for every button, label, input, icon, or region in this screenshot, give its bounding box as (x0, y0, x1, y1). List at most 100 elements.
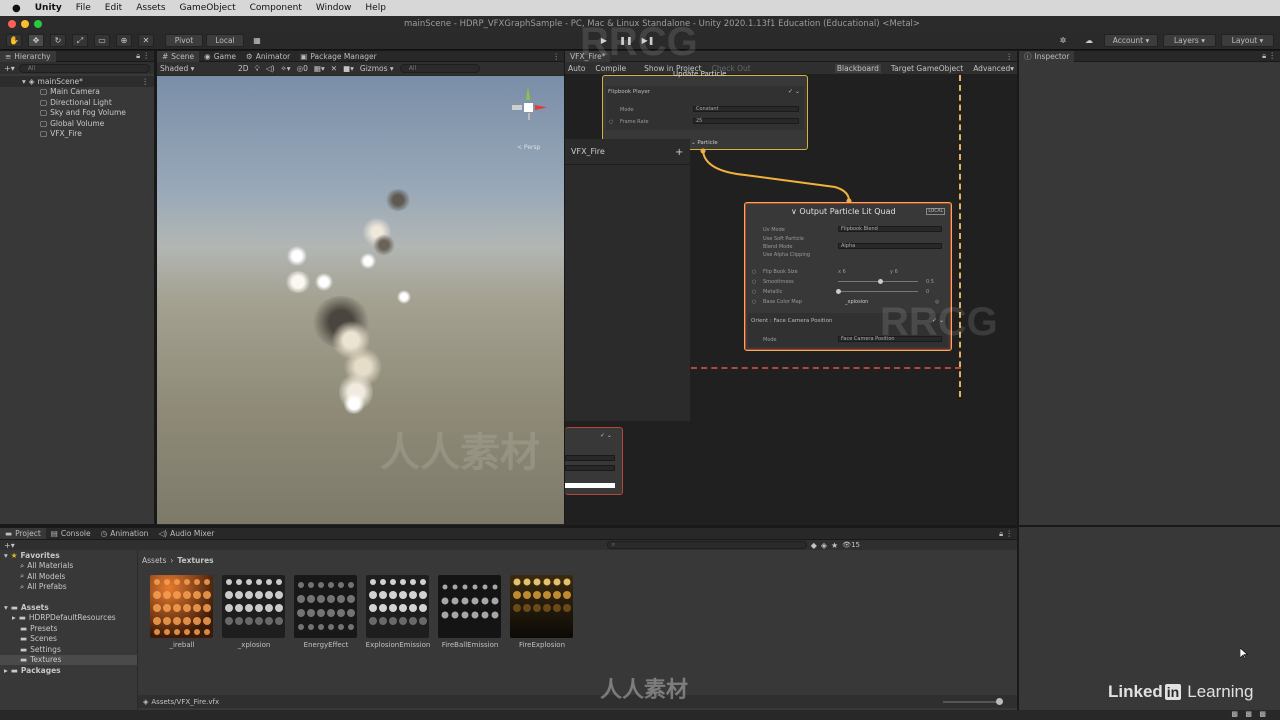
progress-icon[interactable]: ▩ (1231, 710, 1238, 718)
texture-thumbnail[interactable] (366, 575, 429, 638)
packages-header[interactable]: ▸ ▬ Packages (0, 665, 137, 676)
search-by-type-icon[interactable]: ◆ (811, 541, 817, 550)
light-toggle-icon[interactable]: 💡︎ (255, 64, 260, 74)
folder-textures[interactable]: ▬ Textures (0, 654, 137, 665)
texture-thumbnail[interactable] (150, 575, 213, 638)
tab-inspector[interactable]: ⓘ Inspector (1019, 50, 1075, 62)
flip-x-field[interactable]: x 6 (838, 269, 846, 275)
metallic-value[interactable]: 0 (926, 289, 929, 295)
menu-app-unity[interactable]: Unity (35, 3, 62, 13)
move-tool-icon[interactable]: ✥ (28, 34, 44, 47)
neg-x-axis-icon[interactable] (512, 105, 522, 110)
orient-block[interactable]: Orient : Face Camera Position ✓ ⌄ Mode F… (748, 313, 948, 347)
menu-help[interactable]: Help (365, 3, 386, 13)
folder-hdrp-default-resources[interactable]: ▸ ▬ HDRPDefaultResources (0, 613, 137, 624)
menu-component[interactable]: Component (250, 3, 302, 13)
audio-toggle-icon[interactable]: ◁) (266, 64, 275, 73)
favorite-all-models[interactable]: ⌕ All Models (0, 571, 137, 582)
texture-thumbnail[interactable] (438, 575, 501, 638)
notification-icon[interactable]: ▩ (1259, 710, 1266, 718)
lock-icon[interactable]: 🔒︎ ⋮ (999, 529, 1017, 539)
menu-gameobject[interactable]: GameObject (180, 3, 236, 13)
gizmos-dropdown[interactable]: Gizmos ▾ (360, 64, 394, 73)
favorite-search-icon[interactable]: ★ (831, 541, 838, 550)
port-icon[interactable]: ○ (752, 269, 756, 275)
layout-dropdown[interactable]: Layout ▾ (1221, 34, 1274, 47)
folder-presets[interactable]: ▬ Presets (0, 623, 137, 634)
hidden-objects-icon[interactable]: ◎0 (297, 64, 308, 73)
x-axis-icon[interactable] (535, 105, 547, 110)
project-search-input[interactable]: ⌕ (606, 541, 807, 549)
custom-tool-icon[interactable]: ✕ (138, 34, 154, 47)
expand-arrow-icon[interactable]: ▾ (4, 551, 8, 560)
orient-mode-dropdown[interactable]: Face Camera Position (838, 336, 942, 342)
expand-arrow-icon[interactable]: ▾ (22, 77, 26, 86)
tab-hierarchy[interactable]: ≡ Hierarchy (0, 50, 56, 62)
port-icon[interactable]: ○ (752, 299, 756, 305)
2d-toggle[interactable]: 2D (238, 64, 249, 73)
cloud-icon[interactable]: ☁ (1081, 34, 1097, 47)
tab-package-manager[interactable]: ▣ Package Manager (295, 51, 381, 62)
port-icon[interactable]: ○ (752, 289, 756, 295)
menu-window[interactable]: Window (316, 3, 352, 13)
scale-tool-icon[interactable]: ⤢ (72, 34, 88, 47)
port-icon[interactable]: ○ (752, 279, 756, 285)
selected-path[interactable]: Assets/VFX_Fire.vfx (151, 698, 219, 706)
step-icon[interactable]: ▶❚ (640, 34, 656, 47)
smoothness-slider-handle[interactable] (878, 279, 883, 284)
object-picker-icon[interactable]: ◎ (935, 299, 939, 305)
lock-icon[interactable]: 🔒︎ ⋮ (1262, 51, 1280, 61)
folder-settings[interactable]: ▬ Settings (0, 644, 137, 655)
scene-viewport[interactable]: < Persp (157, 76, 564, 524)
smoothness-value[interactable]: 0.5 (926, 279, 934, 285)
tools-icon[interactable]: ✕ (331, 64, 337, 73)
gizmo-center-icon[interactable] (524, 103, 533, 112)
base-color-map-field[interactable]: _xplosion (845, 299, 868, 305)
tab-audio-mixer[interactable]: ◁) Audio Mixer (153, 528, 219, 539)
lock-icon[interactable]: 🔒︎ ⋮ (136, 51, 154, 61)
hierarchy-item-vfx-fire[interactable]: ▢ VFX_Fire (0, 129, 154, 140)
shading-dropdown[interactable]: Shaded ▾ (160, 64, 232, 73)
hierarchy-item-global-volume[interactable]: ▢ Global Volume (0, 118, 154, 129)
tab-animation[interactable]: ◷ Animation (96, 528, 154, 539)
grid-toggle-icon[interactable]: ▦▾ (314, 64, 325, 73)
favorite-all-materials[interactable]: ⌕ All Materials (0, 561, 137, 572)
texture-thumbnail[interactable] (222, 575, 285, 638)
metallic-slider[interactable] (838, 291, 918, 292)
folder-scenes[interactable]: ▬ Scenes (0, 634, 137, 645)
close-window-button[interactable] (8, 20, 16, 28)
expand-arrow-icon[interactable]: ▾ (4, 603, 8, 612)
hand-tool-icon[interactable]: ✋ (6, 34, 22, 47)
debug-icon[interactable]: ▩ (1245, 710, 1252, 718)
scene-search-input[interactable]: All (399, 64, 480, 73)
tab-game[interactable]: ◉ Game (199, 51, 241, 62)
hierarchy-search-input[interactable]: All (18, 63, 150, 73)
camera-dropdown-icon[interactable]: ■▾ (343, 64, 354, 73)
thumbnail-size-slider-handle[interactable] (996, 697, 1003, 705)
effects-dropdown-icon[interactable]: ✧▾ (281, 64, 291, 73)
block-enabled-checkbox[interactable]: ✓ ⌄ (932, 317, 944, 324)
y-axis-icon[interactable] (526, 86, 530, 100)
menu-file[interactable]: File (76, 3, 91, 13)
zoom-window-button[interactable] (34, 20, 42, 28)
tab-project[interactable]: ▬ Project (0, 528, 46, 539)
flip-y-field[interactable]: y 6 (890, 269, 898, 275)
collapse-arrow-icon[interactable]: ▸ (12, 613, 16, 622)
tab-animator[interactable]: ⚙ Animator (241, 51, 295, 62)
thumbnail-size-slider[interactable] (943, 697, 1003, 705)
blend-mode-dropdown[interactable]: Alpha (838, 243, 942, 249)
favorites-header[interactable]: ▾ ★ Favorites (0, 550, 137, 561)
orientation-gizmo[interactable]: < Persp (509, 82, 549, 151)
hidden-packages-count[interactable]: 👁︎15 (842, 541, 860, 549)
panel-menu-icon[interactable]: ⋮ (553, 52, 565, 61)
hierarchy-item-main-camera[interactable]: ▢ Main Camera (0, 87, 154, 98)
collab-icon[interactable]: ✲ (1055, 34, 1071, 47)
tab-scene[interactable]: # Scene (157, 50, 200, 62)
persp-label[interactable]: < Persp (517, 144, 540, 151)
assets-header[interactable]: ▾ ▬ Assets (0, 602, 137, 613)
collapse-arrow-icon[interactable]: ▸ (4, 666, 8, 675)
menu-edit[interactable]: Edit (105, 3, 122, 13)
transform-tool-icon[interactable]: ⊕ (116, 34, 132, 47)
add-icon[interactable]: +▾ (4, 64, 15, 73)
account-dropdown[interactable]: Account ▾ (1104, 34, 1158, 47)
